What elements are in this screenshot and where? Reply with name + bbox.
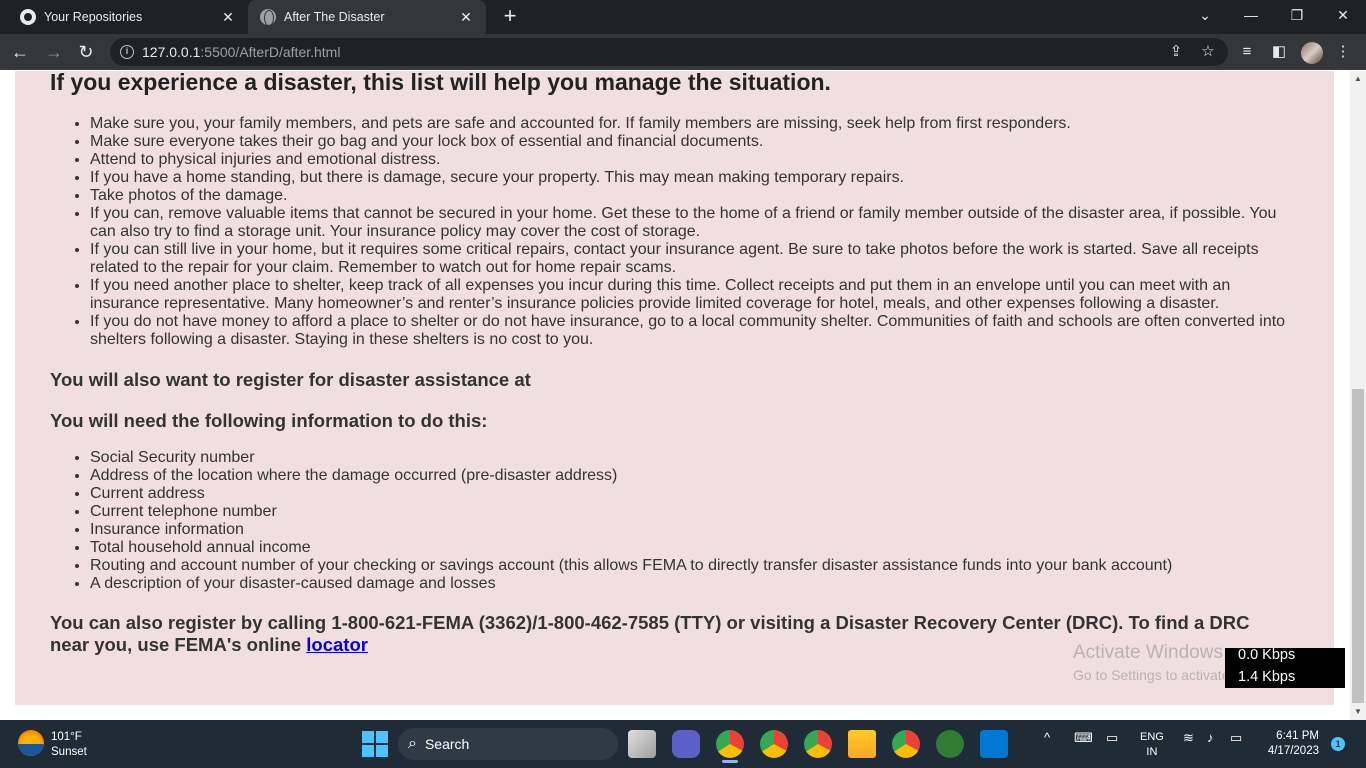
back-arrow-icon[interactable]: ← — [8, 40, 32, 64]
page-scrollbar[interactable]: ▲ ▼ — [1350, 71, 1366, 720]
chrome-icon[interactable] — [760, 730, 788, 758]
chrome-profile-3-icon[interactable] — [892, 730, 920, 758]
scrollbar-thumb[interactable] — [1352, 389, 1364, 703]
address-bar[interactable]: i 127.0.0.1:5500/AfterD/after.html — [110, 38, 1228, 66]
side-panel-icon[interactable]: ◧ — [1269, 42, 1289, 62]
scroll-down-icon[interactable]: ▼ — [1350, 704, 1366, 720]
scroll-up-icon[interactable]: ▲ — [1350, 71, 1366, 87]
upload-speed: 1.4 Kbps — [1238, 669, 1296, 685]
forward-arrow-icon[interactable]: → — [42, 40, 66, 64]
list-item: If you do not have money to afford a pla… — [90, 313, 1300, 349]
github-icon — [20, 9, 36, 25]
chrome-profile-2-icon[interactable] — [804, 730, 832, 758]
close-window-button[interactable]: ✕ — [1320, 0, 1366, 30]
list-item: Current address — [90, 485, 1300, 503]
display-icon[interactable]: ▭ — [1106, 730, 1118, 746]
restore-button[interactable]: ❐ — [1274, 0, 1320, 30]
list-item: A description of your disaster-caused da… — [90, 575, 1300, 593]
browser-tabstrip: Your Repositories ✕ After The Disaster ✕… — [0, 0, 1366, 34]
tab-search-dropdown-icon[interactable]: ⌄ — [1182, 0, 1228, 30]
volume-icon[interactable]: ♪ — [1207, 730, 1214, 745]
locator-link[interactable]: locator — [306, 634, 368, 655]
share-icon[interactable]: ⇪ — [1166, 42, 1186, 62]
bookmark-star-icon[interactable]: ☆ — [1198, 42, 1218, 62]
list-item: Current telephone number — [90, 503, 1300, 521]
reload-icon[interactable]: ↻ — [74, 40, 98, 64]
tab-title: Your Repositories — [44, 10, 143, 24]
list-item: Take photos of the damage. — [90, 187, 1300, 205]
list-item: If you have a home standing, but there i… — [90, 169, 1300, 187]
clock-time: 6:41 PM — [1276, 730, 1319, 742]
notification-badge[interactable]: 1 — [1331, 737, 1345, 751]
globe-icon — [260, 9, 276, 26]
list-item: Make sure you, your family members, and … — [90, 115, 1300, 133]
search-icon: ⌕ — [408, 735, 417, 752]
keyboard-icon[interactable]: ⌨ — [1074, 730, 1093, 746]
app-icon[interactable] — [936, 730, 964, 758]
list-item: Make sure everyone takes their go bag an… — [90, 133, 1300, 151]
clock-date: 4/17/2023 — [1267, 745, 1319, 757]
media-control-icon[interactable]: ≡ — [1237, 42, 1257, 62]
download-speed: 0.0 Kbps — [1238, 647, 1296, 663]
disaster-checklist: Make sure you, your family members, and … — [90, 115, 1300, 349]
register-heading: You will also want to register for disas… — [50, 369, 531, 390]
teams-chat-icon[interactable] — [672, 730, 700, 758]
menu-kebab-icon[interactable]: ⋮ — [1333, 42, 1353, 62]
input-language[interactable]: ENG IN — [1140, 730, 1164, 760]
weather-widget[interactable]: 101°F Sunset — [18, 730, 87, 760]
tab-your-repositories[interactable]: Your Repositories ✕ — [8, 0, 248, 34]
weather-temperature: 101°F — [51, 731, 82, 743]
file-explorer-icon[interactable] — [848, 730, 876, 758]
start-button[interactable] — [360, 729, 390, 759]
weather-description: Sunset — [51, 746, 87, 758]
list-item: If you can, remove valuable items that c… — [90, 205, 1300, 241]
list-item: Routing and account number of your check… — [90, 557, 1300, 575]
close-tab-icon[interactable]: ✕ — [218, 9, 238, 26]
close-tab-icon[interactable]: ✕ — [456, 9, 476, 26]
tab-title: After The Disaster — [284, 10, 385, 24]
site-info-icon[interactable]: i — [120, 45, 134, 59]
vscode-icon[interactable] — [980, 730, 1008, 758]
taskbar-clock[interactable]: 6:41 PM 4/17/2023 — [1261, 729, 1319, 759]
new-tab-button[interactable]: + — [498, 5, 522, 29]
page-heading: If you experience a disaster, this list … — [50, 71, 831, 95]
profile-avatar[interactable] — [1301, 42, 1323, 64]
list-item: If you can still live in your home, but … — [90, 241, 1300, 277]
active-app-indicator — [722, 760, 738, 763]
page-viewport: If you experience a disaster, this list … — [0, 71, 1350, 720]
wifi-icon[interactable]: ≋ — [1183, 730, 1194, 746]
required-info-list: Social Security number Address of the lo… — [90, 449, 1300, 593]
show-hidden-icons-chevron-icon[interactable]: ^ — [1044, 730, 1050, 745]
info-heading: You will need the following information … — [50, 410, 488, 431]
list-item: Total household annual income — [90, 539, 1300, 557]
tab-after-the-disaster[interactable]: After The Disaster ✕ — [248, 0, 486, 34]
task-view-icon[interactable] — [628, 730, 656, 758]
network-speed-meter: 0.0 Kbps 1.4 Kbps — [1225, 647, 1345, 688]
search-label: Search — [424, 736, 470, 752]
list-item: Attend to physical injuries and emotiona… — [90, 151, 1300, 169]
list-item: Insurance information — [90, 521, 1300, 539]
chrome-profile-1-icon[interactable] — [716, 730, 744, 758]
list-item: Address of the location where the damage… — [90, 467, 1300, 485]
battery-icon[interactable]: ▭ — [1230, 730, 1242, 746]
browser-toolbar: ← → ↻ i 127.0.0.1:5500/AfterD/after.html… — [0, 34, 1366, 70]
list-item: If you need another place to shelter, ke… — [90, 277, 1300, 313]
list-item: Social Security number — [90, 449, 1300, 467]
page-content: If you experience a disaster, this list … — [15, 71, 1334, 705]
url-text[interactable]: 127.0.0.1:5500/AfterD/after.html — [142, 44, 340, 60]
minimize-button[interactable]: — — [1228, 0, 1274, 30]
sunset-icon — [18, 730, 44, 756]
taskbar-search[interactable]: ⌕ Search — [398, 728, 618, 760]
